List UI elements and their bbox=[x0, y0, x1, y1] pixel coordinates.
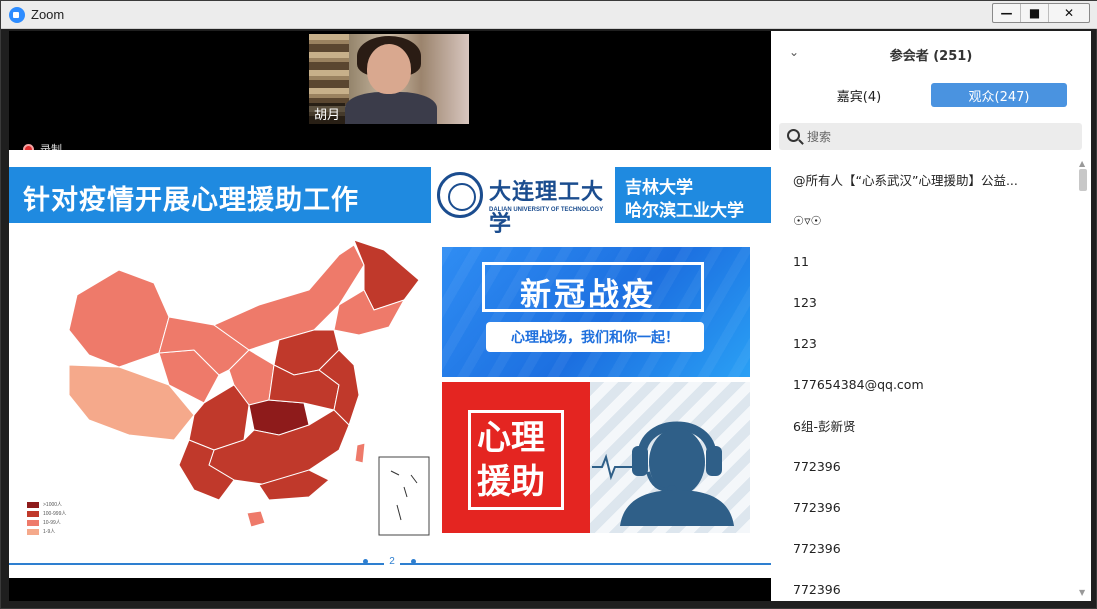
list-item[interactable]: @所有人【“心系武汉”心理援助】公益... bbox=[771, 159, 1077, 200]
map-region-xinjiang bbox=[68, 269, 170, 368]
participant-name: 123 bbox=[793, 336, 817, 351]
legend-row: 100-999人 bbox=[27, 509, 66, 518]
map-inset-box bbox=[378, 456, 430, 536]
search-input[interactable] bbox=[807, 127, 1067, 146]
headset-agent-icon bbox=[620, 421, 734, 526]
participants-title: 参会者 (251) bbox=[889, 49, 973, 64]
legend-label: 1-9人 bbox=[43, 529, 56, 535]
university-name-cn: 大连理工大学 bbox=[489, 179, 605, 237]
window-controls: — ■ ✕ bbox=[992, 3, 1090, 23]
participants-panel: ⌄ 参会者 (251) 嘉宾(4) 观众(247) @所有人【“心系武汉”心理援… bbox=[771, 31, 1091, 601]
participant-name: 772396 bbox=[793, 500, 841, 515]
participant-name: 123 bbox=[793, 295, 817, 310]
app-title: Zoom bbox=[31, 7, 65, 22]
participant-name: 6组-彭新贤 bbox=[793, 419, 856, 434]
participant-name: ☉▿☉ bbox=[793, 213, 822, 228]
footer-dot bbox=[411, 559, 416, 564]
tab-audience[interactable]: 观众(247) bbox=[931, 83, 1067, 107]
zoom-window: Zoom — ■ ✕ 胡月 录制 针对疫情开展心理援助工作 大连理工大学 bbox=[0, 0, 1097, 609]
map-region-hainan bbox=[246, 510, 266, 528]
meeting-stage: 胡月 录制 针对疫情开展心理援助工作 大连理工大学 DALIAN UNIVERS… bbox=[9, 31, 771, 601]
map-region-inner-mongolia bbox=[212, 244, 365, 351]
help-text: 心理援助 bbox=[468, 410, 564, 510]
university-seal-icon bbox=[437, 172, 483, 218]
participant-name: 11 bbox=[793, 254, 809, 269]
scroll-up-icon[interactable]: ▲ bbox=[1079, 159, 1085, 168]
legend-swatch bbox=[27, 501, 39, 508]
speaker-face bbox=[367, 44, 411, 94]
map-legend: >1000人 100-999人 10-99人 1-9人 bbox=[27, 500, 66, 536]
participant-scrollbar[interactable]: ▲ ▼ bbox=[1077, 159, 1089, 601]
psychological-help-panel: 心理援助 bbox=[442, 382, 750, 533]
help-red-block: 心理援助 bbox=[442, 382, 590, 533]
participant-name: @所有人【“心系武汉”心理援助】公益... bbox=[793, 173, 1018, 188]
university-logo: 大连理工大学 DALIAN UNIVERSITY OF TECHNOLOGY bbox=[437, 170, 613, 237]
legend-label: 100-999人 bbox=[43, 511, 67, 517]
scroll-down-icon[interactable]: ▼ bbox=[1079, 588, 1085, 597]
participant-list: @所有人【“心系武汉”心理援助】公益... ☉▿☉ 11 123 123 177… bbox=[771, 159, 1077, 601]
list-item[interactable]: 772396 bbox=[771, 487, 1077, 528]
speaker-name: 胡月 bbox=[309, 103, 346, 124]
university-name-en: DALIAN UNIVERSITY OF TECHNOLOGY bbox=[489, 207, 604, 213]
legend-swatch bbox=[27, 519, 39, 526]
participant-name: 177654384@qq.com bbox=[793, 377, 924, 392]
panel-title: 新冠战疫 bbox=[520, 277, 656, 313]
china-epidemic-map bbox=[68, 239, 430, 536]
maximize-button[interactable]: ■ bbox=[1021, 4, 1049, 22]
zoom-logo-icon bbox=[9, 7, 25, 23]
footer-dot bbox=[363, 559, 368, 564]
participant-name: 772396 bbox=[793, 459, 841, 474]
participant-name: 772396 bbox=[793, 541, 841, 556]
list-item[interactable]: 123 bbox=[771, 323, 1077, 364]
tab-guests[interactable]: 嘉宾(4) bbox=[791, 83, 927, 107]
participant-tabs: 嘉宾(4) 观众(247) bbox=[781, 83, 1081, 107]
minimize-button[interactable]: — bbox=[993, 4, 1021, 22]
list-item[interactable]: 772396 bbox=[771, 569, 1077, 601]
list-item[interactable]: 123 bbox=[771, 282, 1077, 323]
scroll-thumb[interactable] bbox=[1079, 169, 1087, 191]
search-box[interactable] bbox=[779, 123, 1082, 150]
legend-swatch bbox=[27, 510, 39, 517]
legend-label: >1000人 bbox=[43, 502, 63, 508]
search-icon bbox=[787, 129, 800, 142]
partner-line-2: 哈尔滨工业大学 bbox=[625, 201, 744, 221]
slide-page-number: 2 bbox=[384, 556, 400, 567]
list-item[interactable]: 177654384@qq.com bbox=[771, 364, 1077, 405]
slide-title-banner: 针对疫情开展心理援助工作 bbox=[9, 167, 431, 223]
speaker-video[interactable]: 胡月 bbox=[309, 34, 469, 124]
partner-line-1: 吉林大学 bbox=[625, 178, 693, 198]
partner-universities: 吉林大学 哈尔滨工业大学 bbox=[615, 167, 771, 223]
speaker-body bbox=[345, 92, 437, 124]
legend-row: >1000人 bbox=[27, 500, 66, 509]
legend-row: 1-9人 bbox=[27, 527, 66, 536]
legend-label: 10-99人 bbox=[43, 520, 61, 526]
participant-name: 772396 bbox=[793, 582, 841, 597]
list-item[interactable]: 772396 bbox=[771, 528, 1077, 569]
participants-header: ⌄ 参会者 (251) bbox=[771, 31, 1091, 75]
map-region-taiwan bbox=[354, 442, 366, 464]
slide-title: 针对疫情开展心理援助工作 bbox=[23, 185, 359, 216]
legend-swatch bbox=[27, 528, 39, 535]
list-item[interactable]: 6组-彭新贤 bbox=[771, 405, 1077, 446]
shared-slide: 针对疫情开展心理援助工作 大连理工大学 DALIAN UNIVERSITY OF… bbox=[9, 150, 771, 578]
fight-epidemic-panel: 新冠战疫 心理战场，我们和你一起！ bbox=[442, 247, 750, 377]
legend-row: 10-99人 bbox=[27, 518, 66, 527]
list-item[interactable]: ☉▿☉ bbox=[771, 200, 1077, 241]
panel-slogan: 心理战场，我们和你一起！ bbox=[486, 322, 704, 352]
list-item[interactable]: 772396 bbox=[771, 446, 1077, 487]
list-item[interactable]: 11 bbox=[771, 241, 1077, 282]
title-bar: Zoom — ■ ✕ bbox=[1, 1, 1097, 29]
close-button[interactable]: ✕ bbox=[1049, 4, 1089, 22]
